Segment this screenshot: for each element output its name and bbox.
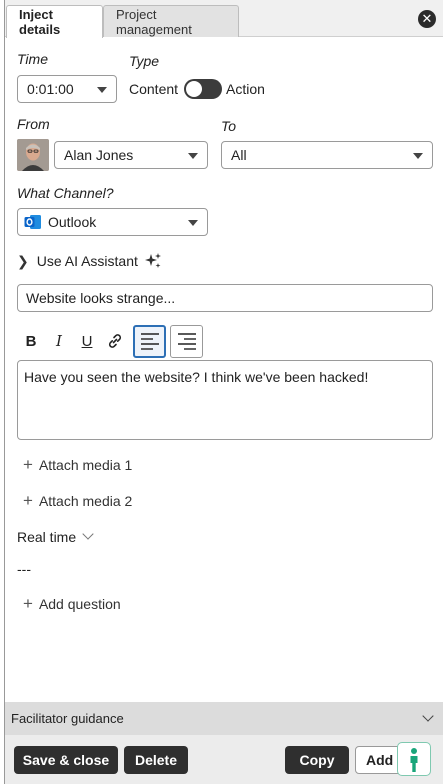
formatting-toolbar: B I U [17, 324, 203, 358]
attach-media-1-button[interactable]: + Attach media 1 [23, 454, 132, 476]
bold-button[interactable]: B [17, 325, 45, 357]
plus-icon: + [23, 455, 33, 474]
type-toggle-row: Content Action [129, 78, 265, 100]
facilitator-guidance-label: Facilitator guidance [11, 711, 124, 726]
add-question-label: Add question [38, 596, 121, 612]
subject-input[interactable]: Website looks strange... [17, 284, 433, 312]
type-label: Type [129, 53, 160, 69]
message-body-editor[interactable]: Have you seen the website? I think we've… [17, 360, 433, 440]
save-close-button[interactable]: Save & close [14, 746, 118, 774]
separator-text: --- [17, 561, 31, 577]
align-left-icon[interactable] [133, 324, 166, 358]
to-label: To [221, 118, 237, 134]
chevron-down-icon [413, 153, 423, 159]
chevron-down-icon [97, 87, 107, 93]
type-toggle[interactable] [184, 79, 223, 99]
person-icon [410, 748, 418, 772]
italic-button[interactable]: I [45, 325, 73, 357]
message-body-text: Have you seen the website? I think we've… [24, 369, 369, 385]
close-icon[interactable]: ✕ [418, 10, 436, 28]
time-select[interactable]: 0:01:00 [17, 75, 117, 103]
time-value: 0:01:00 [27, 81, 74, 97]
real-time-dropdown[interactable]: Real time [17, 526, 94, 548]
plus-icon: + [23, 594, 33, 613]
user-avatar [17, 139, 49, 171]
time-label: Time [17, 51, 48, 67]
plus-icon: + [23, 491, 33, 510]
type-action-label: Action [226, 81, 265, 97]
chevron-down-icon [188, 153, 198, 159]
attach-media-2-button[interactable]: + Attach media 2 [23, 490, 132, 512]
channel-value: Outlook [48, 214, 97, 230]
attach-media-1-label: Attach media 1 [38, 457, 133, 473]
outlook-icon [24, 215, 41, 229]
from-value: Alan Jones [64, 147, 134, 163]
tab-inject-details[interactable]: Inject details [6, 5, 103, 38]
inject-panel: Inject details Project management ✕ Time… [4, 0, 443, 784]
toggle-knob [186, 81, 203, 97]
from-select[interactable]: Alan Jones [54, 141, 208, 169]
channel-select[interactable]: Outlook [17, 208, 208, 236]
underline-button[interactable]: U [73, 325, 101, 357]
tab-project-management[interactable]: Project management [103, 5, 239, 37]
subject-value: Website looks strange... [26, 290, 176, 306]
help-chat-button[interactable] [397, 742, 431, 776]
copy-button[interactable]: Copy [285, 746, 349, 774]
sparkles-icon [144, 253, 161, 268]
ai-assistant-toggle[interactable]: ❯ Use AI Assistant [17, 250, 162, 272]
channel-label: What Channel? [17, 185, 114, 201]
tab-bar: Inject details Project management ✕ [5, 0, 443, 38]
type-content-label: Content [129, 81, 179, 97]
align-right-icon[interactable] [170, 324, 203, 358]
footer-bar: Save & close Delete Copy Add m [5, 735, 443, 784]
ai-assistant-label: Use AI Assistant [36, 253, 138, 269]
chevron-down-icon [422, 710, 434, 722]
chevron-right-icon: ❯ [17, 252, 29, 269]
add-question-button[interactable]: + Add question [23, 593, 121, 615]
to-value: All [231, 147, 247, 163]
from-label: From [17, 116, 50, 132]
attach-media-2-label: Attach media 2 [38, 493, 133, 509]
chevron-down-icon [188, 220, 198, 226]
facilitator-guidance-header[interactable]: Facilitator guidance [5, 702, 443, 735]
to-select[interactable]: All [221, 141, 433, 169]
real-time-label: Real time [17, 529, 77, 545]
chevron-down-icon [82, 528, 94, 540]
link-icon[interactable] [101, 325, 129, 357]
delete-button[interactable]: Delete [124, 746, 188, 774]
